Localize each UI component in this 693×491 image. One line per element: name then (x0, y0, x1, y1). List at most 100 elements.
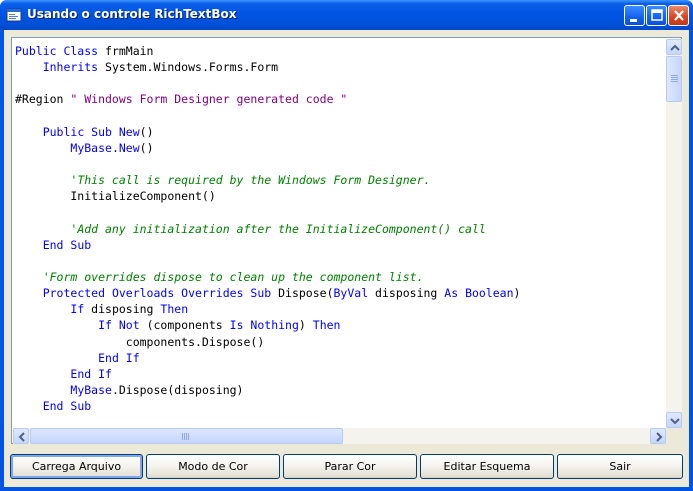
code-line[interactable]: Public Class frmMain (15, 43, 665, 59)
code-line[interactable]: components.Dispose() (15, 334, 665, 350)
code-line[interactable] (15, 253, 665, 269)
code-line[interactable]: 'Form overrides dispose to clean up the … (15, 269, 665, 285)
horizontal-scroll-thumb[interactable] (30, 428, 343, 444)
keyword-token: MyBase (70, 140, 112, 155)
rich-text-box[interactable]: Public Class frmMain Inherits System.Win… (11, 37, 682, 444)
app-window: Usando o controle RichTextBox Public Cla… (0, 0, 693, 491)
chevron-down-icon (670, 418, 680, 425)
keyword-token: Then (160, 302, 189, 317)
form-client-area: Public Class frmMain Inherits System.Win… (4, 30, 689, 487)
text-token: () (139, 140, 154, 155)
keyword-token: As Boolean (444, 286, 514, 301)
keyword-token: If (70, 302, 85, 317)
code-line[interactable] (15, 204, 665, 220)
keyword-token: End Sub (42, 237, 92, 252)
code-line[interactable]: End Sub (15, 398, 665, 414)
keyword-token: Public Class (15, 44, 99, 58)
code-line[interactable]: Protected Overloads Overrides Sub Dispos… (15, 285, 665, 301)
title-bar[interactable]: Usando o controle RichTextBox (0, 0, 693, 30)
chevron-left-icon (18, 432, 25, 442)
text-token: disposing (84, 302, 161, 317)
text-token: disposing (368, 286, 445, 301)
code-line[interactable]: End Sub (15, 237, 665, 253)
close-button[interactable] (668, 5, 689, 26)
comment-token: 'Form overrides dispose to clean up the … (42, 269, 424, 284)
maximize-button[interactable] (646, 5, 667, 26)
minimize-icon (630, 19, 637, 22)
window-title: Usando o controle RichTextBox (27, 7, 237, 21)
keyword-token: End If (70, 366, 112, 381)
code-line[interactable]: #Region " Windows Form Designer generate… (15, 91, 665, 107)
code-line[interactable] (15, 75, 665, 91)
scrollbar-corner (666, 428, 682, 444)
code-line[interactable]: 'Add any initialization after the Initia… (15, 221, 665, 237)
close-icon (674, 10, 684, 21)
keyword-token: End Sub (42, 399, 92, 414)
vertical-scrollbar[interactable] (666, 39, 682, 428)
code-line[interactable]: MyBase.New() (15, 140, 665, 156)
code-line[interactable] (15, 156, 665, 172)
code-line[interactable]: Public Sub New() (15, 124, 665, 140)
string-token: " Windows Form Designer generated code " (70, 92, 348, 107)
comment-token: 'Add any initialization after the Initia… (70, 221, 486, 236)
scroll-right-button[interactable] (650, 428, 666, 444)
keyword-token: Protected Overloads Overrides Sub (42, 286, 272, 301)
code-line[interactable]: End If (15, 350, 665, 366)
code-line[interactable] (15, 108, 665, 124)
code-line[interactable]: InitializeComponent() (15, 188, 665, 204)
text-token: ) (298, 318, 313, 333)
horizontal-scrollbar[interactable] (13, 428, 666, 444)
text-token: () (139, 124, 154, 139)
color-mode-button[interactable]: Modo de Cor (146, 454, 280, 479)
chevron-up-icon (670, 44, 680, 51)
scroll-down-button[interactable] (666, 412, 682, 428)
code-text[interactable]: Public Class frmMain Inherits System.Win… (15, 43, 665, 423)
text-token: components.Dispose() (15, 334, 265, 349)
chevron-right-icon (656, 432, 663, 442)
keyword-token: Is Nothing (229, 318, 299, 333)
code-line[interactable]: End If (15, 366, 665, 382)
code-line[interactable]: If Not (components Is Nothing) Then (15, 317, 665, 333)
keyword-token: MyBase (70, 382, 112, 397)
keyword-token: New (118, 140, 140, 155)
keyword-token: End If (98, 350, 140, 365)
vertical-scroll-thumb[interactable] (666, 56, 682, 102)
scroll-up-button[interactable] (666, 39, 682, 55)
form-icon[interactable] (6, 7, 22, 23)
load-file-button[interactable]: Carrega Arquivo (10, 454, 143, 479)
text-token: Dispose( (271, 286, 334, 301)
comment-token: 'This call is required by the Windows Fo… (70, 173, 431, 188)
text-token: (components (139, 318, 230, 333)
code-line[interactable]: MyBase.Dispose(disposing) (15, 382, 665, 398)
exit-button[interactable]: Sair (557, 454, 683, 479)
code-line[interactable]: 'This call is required by the Windows Fo… (15, 172, 665, 188)
code-line[interactable]: Inherits System.Windows.Forms.Form (15, 59, 665, 75)
text-token: ) (513, 286, 521, 301)
text-token: .Dispose(disposing) (111, 382, 244, 397)
minimize-button[interactable] (624, 5, 645, 26)
scroll-left-button[interactable] (13, 428, 29, 444)
keyword-token: If Not (98, 318, 140, 333)
text-token: System.Windows.Forms.Form (98, 60, 279, 75)
keyword-token: ByVal (333, 286, 369, 301)
keyword-token: Inherits (42, 60, 99, 75)
text-token: frmMain (98, 44, 154, 58)
keyword-token: Public Sub New (42, 124, 140, 139)
code-line[interactable]: If disposing Then (15, 301, 665, 317)
edit-scheme-button[interactable]: Editar Esquema (420, 454, 554, 479)
stop-color-button[interactable]: Parar Cor (283, 454, 417, 479)
